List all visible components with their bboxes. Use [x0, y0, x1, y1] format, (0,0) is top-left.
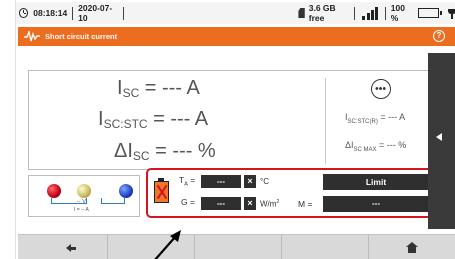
title-bar: Short circuit current ? [18, 27, 455, 46]
ta-unit: °C [260, 177, 269, 186]
ta-label: TA = [179, 175, 196, 188]
page-title: Short circuit current [45, 32, 118, 41]
delta-isc-max-result: ΔISC MAX = --- % [345, 140, 407, 153]
status-bar: 08:18:14 2020-07-10 3.6 GB free 100 % [16, 2, 455, 24]
g-unit: W/m2 [260, 199, 280, 209]
probe-voltage: -- V [77, 199, 86, 205]
more-options-icon[interactable] [371, 79, 391, 99]
battery-icon [417, 8, 442, 18]
probe-current: I = -- A [74, 207, 89, 213]
red-terminal-icon [47, 184, 61, 198]
m-label: M = [298, 199, 313, 209]
bottom-bar [18, 234, 455, 259]
isc-stc-result: ISC:STC = --- A [98, 108, 209, 131]
home-icon[interactable] [406, 242, 418, 254]
no-battery-icon [154, 178, 169, 203]
signal-icon [362, 6, 380, 20]
status-separator [122, 6, 124, 20]
blue-terminal-icon [119, 184, 133, 198]
isc-stc-r-result: ISC:STC(R) = --- A [345, 112, 406, 125]
status-storage: 3.6 GB free [308, 3, 336, 23]
ta-clear-button[interactable]: × [244, 175, 256, 188]
status-separator [384, 6, 386, 20]
plug-icon [447, 7, 455, 19]
results-panel: ISC = --- A ISC:STC = --- A ΔISC = --- %… [28, 70, 433, 170]
chevron-left-icon [436, 133, 442, 141]
waveform-icon [24, 31, 40, 42]
status-time: 08:18:14 [33, 8, 68, 18]
status-date: 2020-07-10 [78, 3, 113, 23]
back-arrow-icon[interactable] [66, 244, 76, 252]
m-input[interactable]: --- [323, 196, 429, 212]
help-icon[interactable]: ? [433, 30, 445, 42]
g-label: G = [181, 197, 195, 207]
status-separator [72, 6, 74, 20]
bottom-separator [281, 235, 282, 259]
sd-card-icon [298, 8, 305, 18]
main-panel: ISC = --- A ISC:STC = --- A ΔISC = --- %… [18, 46, 455, 236]
isc-result: ISC = --- A [117, 77, 200, 100]
left-strip [0, 0, 16, 259]
clock-icon [19, 8, 29, 18]
bottom-separator [194, 235, 195, 259]
status-battery-text: 100 % [390, 3, 405, 23]
results-divider [325, 78, 326, 164]
delta-isc-result: ΔISC = --- % [114, 140, 216, 163]
probe-connection-panel: -- V I = -- A [28, 175, 140, 217]
yellow-terminal-icon [77, 184, 91, 198]
bottom-separator [368, 235, 369, 259]
limit-button[interactable]: Limit [323, 174, 429, 190]
bottom-separator [107, 235, 108, 259]
side-panel-toggle[interactable] [428, 53, 455, 229]
ta-input[interactable]: --- [201, 175, 241, 188]
connection-bracket [101, 198, 125, 204]
g-clear-button[interactable]: × [244, 197, 256, 210]
status-separator [354, 6, 356, 20]
g-input[interactable]: --- [201, 197, 241, 210]
pointer-arrow-icon [154, 230, 181, 259]
parameters-box: TA = --- × °C G = --- × W/m2 Limit M = -… [146, 168, 438, 218]
